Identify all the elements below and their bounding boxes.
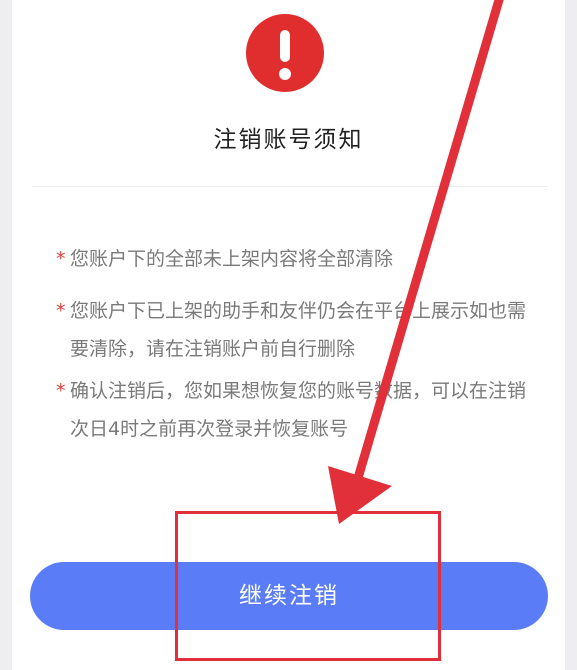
red-arrow-icon	[328, 0, 504, 524]
